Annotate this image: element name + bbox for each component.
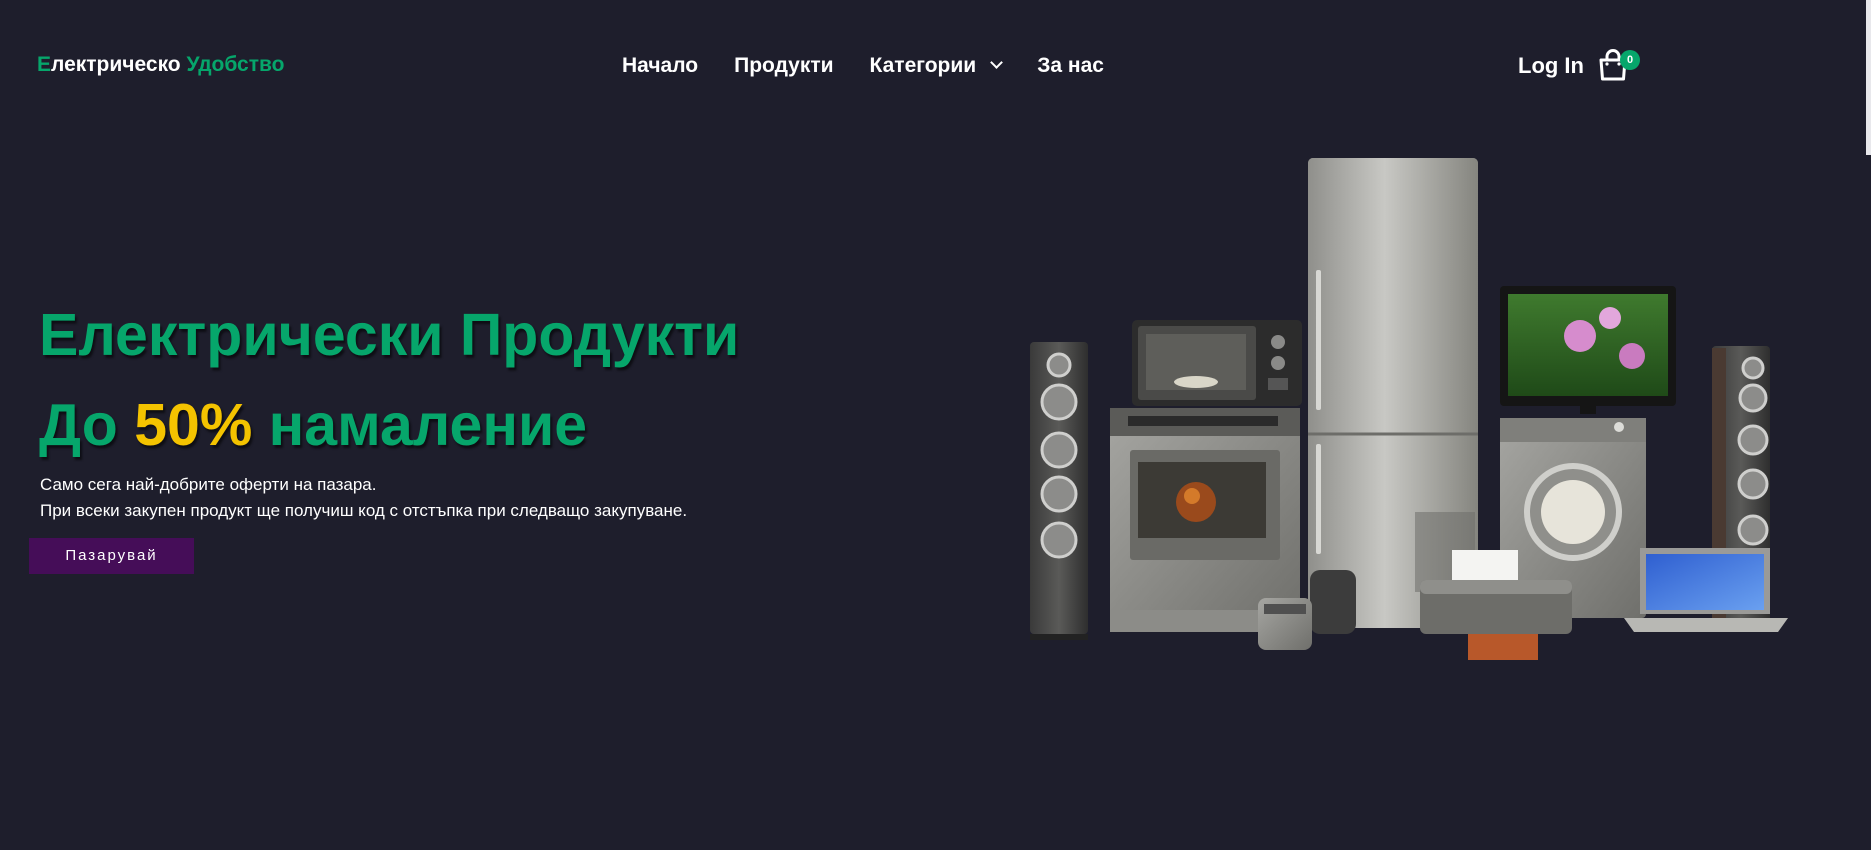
discount-percent: 50% (134, 392, 253, 458)
nav-item-label: За нас (1037, 54, 1104, 77)
hero-subtitle-pre: До (39, 392, 135, 458)
nav-item-label: Категории (869, 54, 977, 77)
site-header: Електрическо Удобство Начало Продукти Ка… (0, 0, 1871, 132)
nav-item-home[interactable]: Начало (622, 52, 698, 80)
shop-now-button[interactable]: Пазарувай (29, 538, 194, 574)
nav-item-products[interactable]: Продукти (734, 52, 833, 80)
nav-item-categories[interactable]: Категории (869, 52, 1004, 80)
chevron-down-icon (990, 55, 1004, 69)
hero-subtitle-post: намаление (252, 392, 588, 458)
logo-initial: Е (37, 53, 52, 76)
hero-description: Само сега най-добрите оферти на пазара. … (40, 472, 687, 524)
cart-count-badge: 0 (1620, 50, 1640, 70)
logo-second-word: Удобство (186, 53, 285, 76)
scrollbar-thumb[interactable] (1866, 0, 1871, 155)
logo-first-word: лектрическо (51, 53, 187, 76)
hero-subtitle: До 50% намаление (39, 390, 587, 460)
appliances-image (1020, 150, 1820, 670)
nav-item-label: Продукти (734, 54, 834, 77)
nav-item-label: Начало (622, 54, 699, 77)
login-link[interactable]: Log In (1518, 52, 1584, 80)
site-logo[interactable]: Електрическо Удобство (37, 52, 285, 78)
hero-description-line: Само сега най-добрите оферти на пазара. (40, 475, 377, 494)
hero-description-line: При всеки закупен продукт ще получиш код… (40, 501, 688, 520)
nav-item-about[interactable]: За нас (1037, 52, 1104, 80)
hero-title: Електрически Продукти (39, 302, 740, 368)
main-nav: Начало Продукти Категории За нас (622, 52, 1104, 80)
